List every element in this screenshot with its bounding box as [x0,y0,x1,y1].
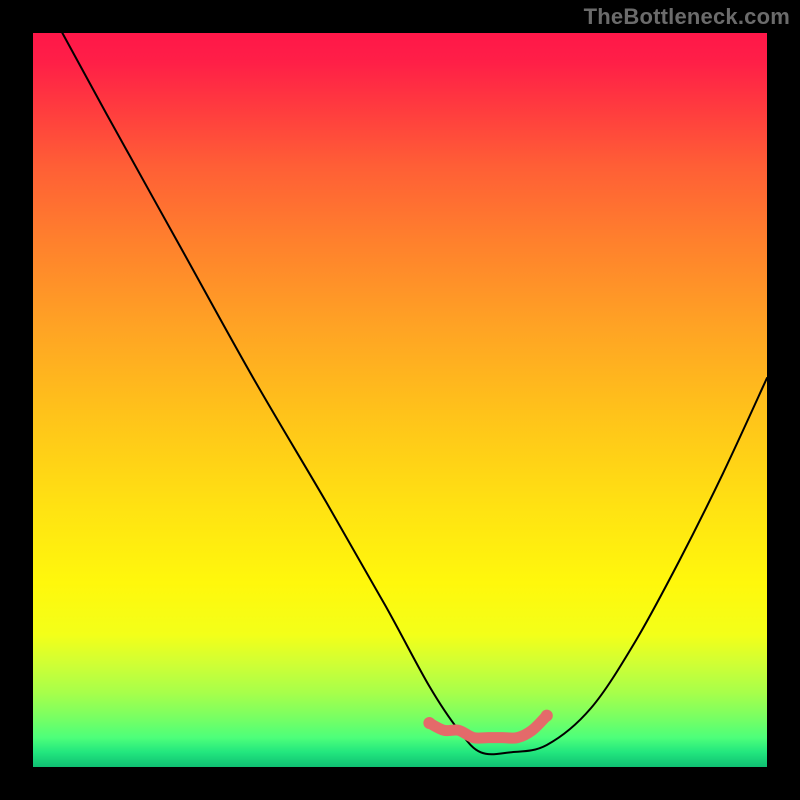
optimal-range-end-dot [541,710,553,722]
chart-frame: TheBottleneck.com [0,0,800,800]
optimal-range-path [429,716,546,739]
plot-area [33,33,767,767]
optimal-range-start-dot [423,717,435,729]
watermark-text: TheBottleneck.com [584,4,790,30]
chart-svg [33,33,767,767]
bottleneck-curve-path [62,33,767,754]
